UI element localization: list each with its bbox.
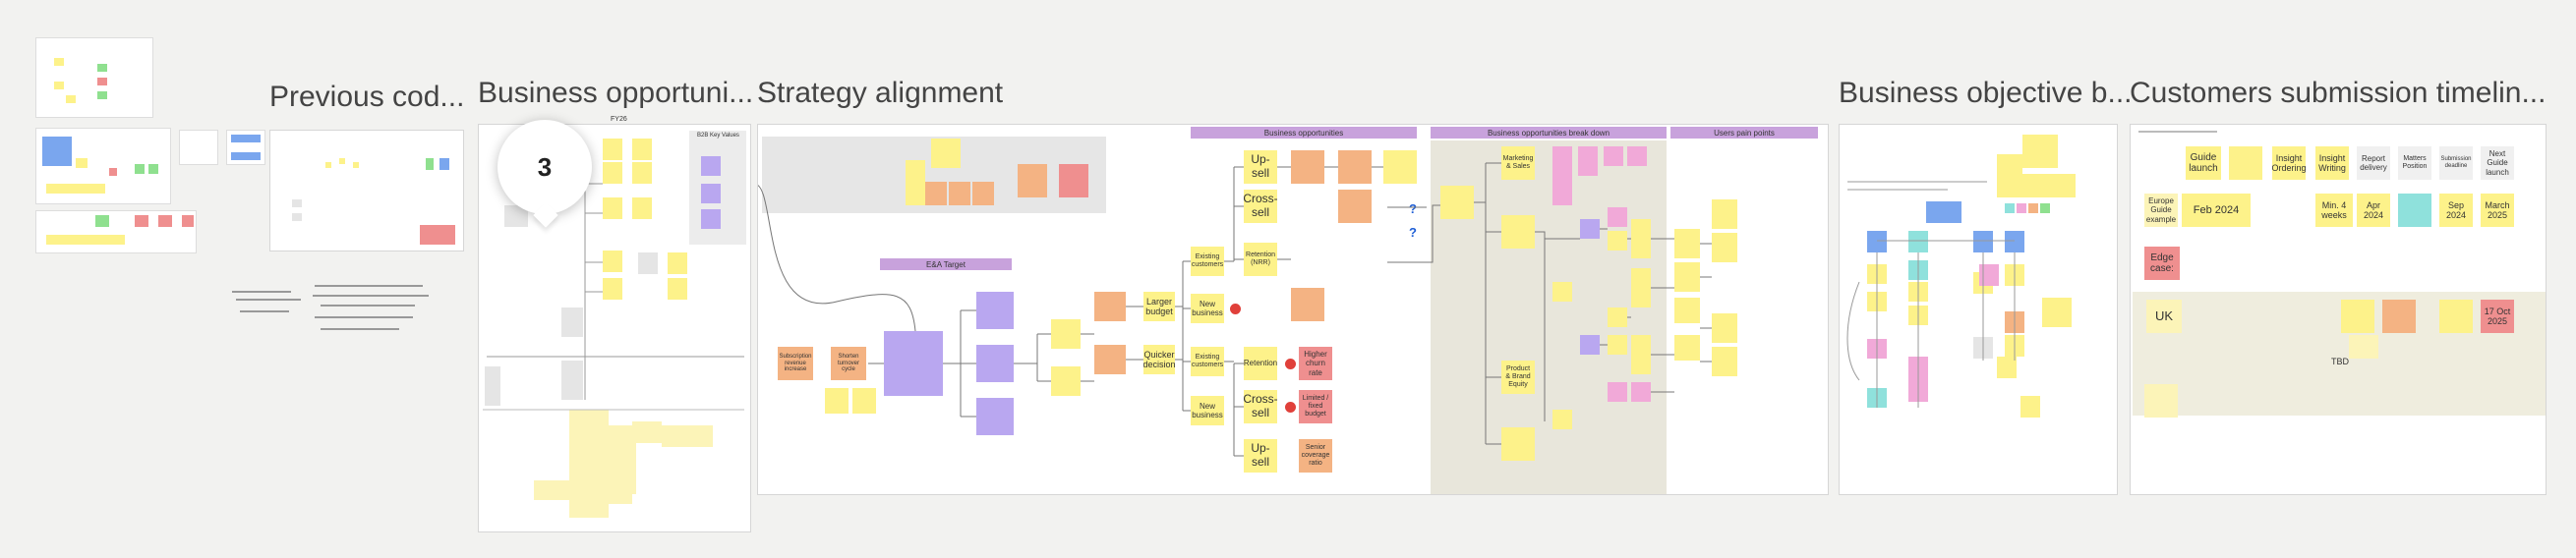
sticky-note	[54, 58, 64, 66]
sticky-note	[158, 215, 172, 227]
board-thumbnail[interactable]	[35, 37, 153, 118]
sticky-note: Matters Position	[2398, 146, 2431, 180]
sticky-note	[97, 91, 107, 99]
connector-lines	[758, 162, 1712, 457]
sticky-note	[325, 162, 331, 168]
sticky-note: Submission deadline	[2439, 146, 2473, 180]
tbd-label: TBD	[2331, 357, 2349, 366]
sticky-note: Sep 2024	[2439, 194, 2473, 227]
sticky-note: Insight Writing	[2315, 146, 2349, 180]
sticky-note	[439, 158, 449, 170]
sticky-note: Next Guide launch	[2481, 146, 2514, 180]
text-block	[321, 328, 399, 330]
sticky-note: Guide launch	[2186, 146, 2221, 180]
frame-strategy[interactable]: E&A Target Subscription revenue increase…	[757, 124, 1829, 495]
sticky-note	[2229, 146, 2262, 180]
sticky-note: March 2025	[2481, 194, 2514, 227]
text-block	[315, 316, 413, 318]
sticky-note	[420, 225, 455, 245]
sticky-note	[353, 162, 359, 168]
sticky-note	[231, 135, 261, 142]
sticky-note: Europe Guide example	[2144, 194, 2178, 227]
text-block	[321, 305, 415, 307]
sticky-note: UK	[2146, 300, 2182, 333]
sticky-note	[54, 82, 64, 89]
sticky-note	[292, 213, 302, 221]
sticky-note	[2398, 194, 2431, 227]
sticky-note	[2349, 335, 2378, 359]
frame-header-label: FY26	[611, 116, 627, 123]
sticky-note	[95, 215, 109, 227]
sticky-note	[66, 95, 76, 103]
sticky-note	[148, 164, 158, 174]
sticky-note	[46, 184, 105, 194]
frame-title-strategy[interactable]: Strategy alignment	[757, 77, 1003, 110]
board-thumbnail[interactable]	[179, 130, 218, 165]
sticky-note	[2439, 300, 2473, 333]
sticky-note: Insight Ordering	[2272, 146, 2306, 180]
sticky-note: Edge case:	[2144, 247, 2180, 280]
connector-lines	[1846, 181, 2016, 408]
frame-title-objective[interactable]: Business objective b...	[1839, 77, 2133, 110]
sticky-note: Feb 2024	[2182, 194, 2251, 227]
sticky-note: Min. 4 weeks	[2315, 194, 2353, 227]
sticky-note	[135, 164, 145, 174]
sticky-note	[426, 158, 434, 170]
frame-title-business-opportunities[interactable]: Business opportuni...	[478, 77, 753, 110]
sticky-note	[46, 235, 125, 245]
frame-objective[interactable]	[1839, 124, 2118, 495]
sticky-note	[42, 137, 72, 166]
frame-title-previous[interactable]: Previous cod...	[269, 81, 464, 114]
sticky-note: Report delivery	[2357, 146, 2390, 180]
frame-title-timeline[interactable]: Customers submission timelin...	[2130, 77, 2546, 110]
text-block	[232, 291, 291, 293]
sticky-note	[135, 215, 148, 227]
board-thumbnail[interactable]	[226, 130, 265, 165]
text-block	[2138, 131, 2217, 133]
sticky-note	[97, 64, 107, 72]
sticky-note: Apr 2024	[2357, 194, 2390, 227]
board-thumbnail[interactable]	[35, 128, 171, 204]
text-block	[315, 285, 423, 287]
sticky-note	[339, 158, 345, 164]
sticky-note	[2382, 300, 2416, 333]
sticky-note: 17 Oct 2025	[2481, 300, 2514, 333]
sticky-note	[109, 168, 117, 176]
sticky-note	[231, 152, 261, 160]
frame-previous[interactable]	[269, 130, 464, 251]
text-block	[240, 310, 289, 312]
sticky-note	[182, 215, 194, 227]
sticky-note	[76, 158, 88, 168]
sticky-note	[97, 78, 107, 85]
comment-count-badge[interactable]: 3	[498, 120, 592, 214]
text-block	[236, 299, 301, 301]
sticky-note	[2341, 300, 2374, 333]
text-block	[313, 295, 429, 297]
board-thumbnail[interactable]	[35, 210, 197, 253]
sticky-note	[2144, 384, 2178, 418]
frame-timeline[interactable]: Guide launch Insight Ordering Insight Wr…	[2130, 124, 2547, 495]
sticky-note	[292, 199, 302, 207]
